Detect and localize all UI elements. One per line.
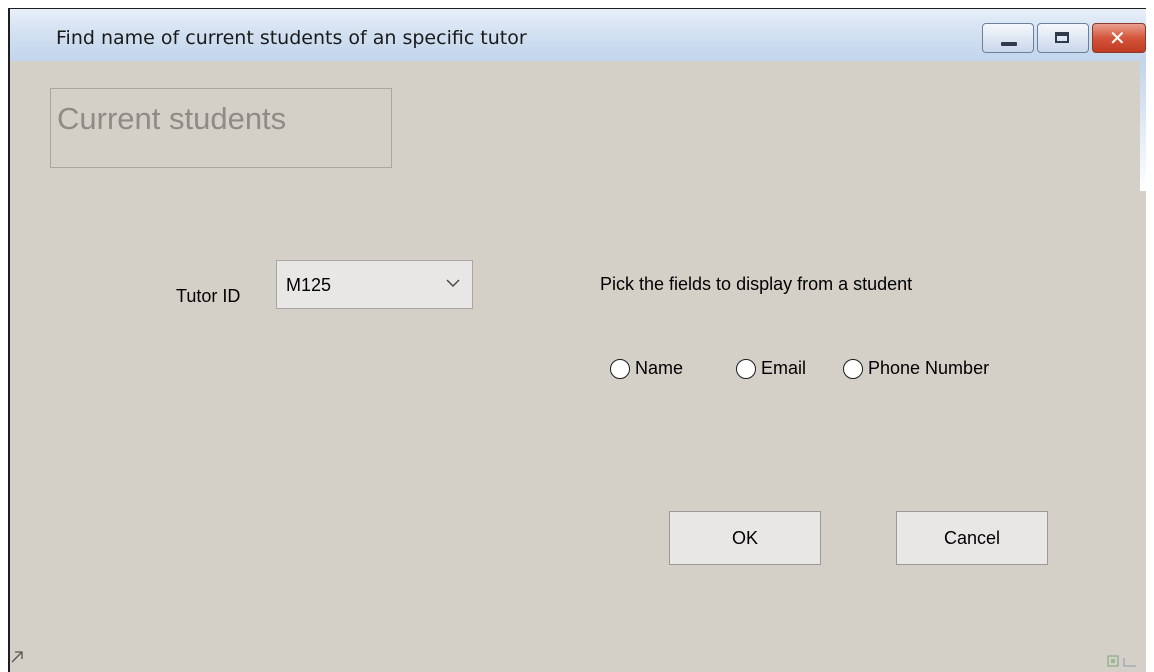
radio-circle-icon[interactable] — [736, 358, 756, 379]
radio-name[interactable]: Name — [610, 358, 683, 379]
tutor-id-value: M125 — [286, 275, 332, 295]
header-title: Current students — [57, 101, 287, 136]
maximize-button[interactable] — [1037, 23, 1089, 53]
radio-label: Email — [761, 358, 807, 378]
grip-icon — [1107, 655, 1136, 667]
dialog-window: Find name of current students of an spec… — [8, 8, 1146, 672]
window-controls: ✕ — [982, 23, 1146, 53]
radio-label: Phone Number — [868, 358, 990, 378]
header-panel: Current students — [50, 88, 392, 168]
resize-arrow-icon — [11, 651, 23, 663]
tutor-id-dropdown[interactable]: M125 — [276, 260, 473, 309]
maximize-icon — [1055, 32, 1069, 43]
radio-email[interactable]: Email — [736, 358, 806, 379]
minimize-button[interactable] — [982, 23, 1034, 53]
fields-prompt: Pick the fields to display from a studen… — [600, 274, 913, 294]
chevron-down-icon — [446, 279, 460, 287]
radio-phone-number[interactable]: Phone Number — [843, 358, 989, 379]
minimize-icon — [1001, 42, 1017, 46]
window-title: Find name of current students of an spec… — [56, 27, 527, 49]
radio-circle-icon[interactable] — [610, 358, 630, 379]
close-icon: ✕ — [1109, 26, 1126, 50]
window-edge — [1140, 61, 1146, 191]
close-button[interactable]: ✕ — [1092, 23, 1146, 53]
radio-circle-icon[interactable] — [843, 358, 863, 379]
cancel-button[interactable]: Cancel — [896, 511, 1048, 565]
title-bar[interactable]: Find name of current students of an spec… — [10, 9, 1146, 61]
tutor-id-label: Tutor ID — [176, 286, 241, 306]
radio-label: Name — [635, 358, 684, 378]
ok-button[interactable]: OK — [669, 511, 821, 565]
